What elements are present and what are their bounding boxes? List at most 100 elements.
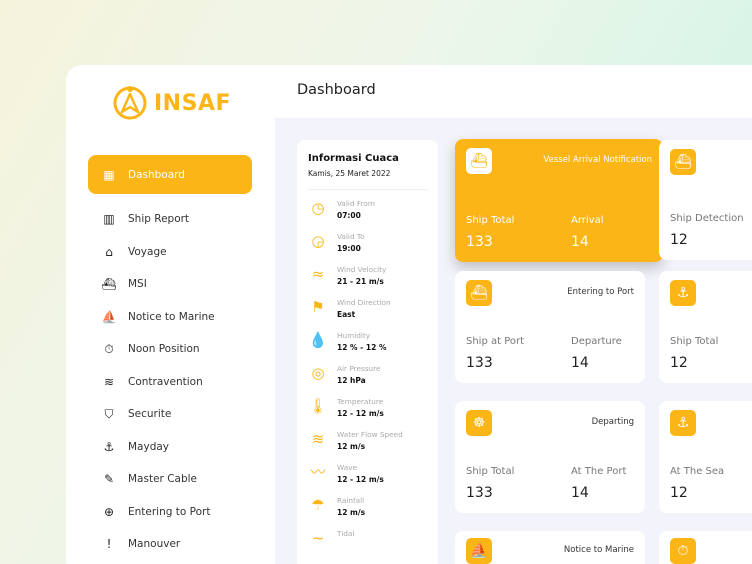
sidebar-item-ship-report[interactable]: ▥ Ship Report	[88, 203, 252, 236]
weather-row: ☂ Rainfall 12 m/s	[308, 492, 427, 525]
lifebuoy-icon: ⊕	[103, 504, 115, 519]
card-stat: Ship Total 12	[670, 336, 752, 371]
sidebar-item-label: Notice to Marine	[128, 310, 215, 323]
stat-value: 133	[466, 355, 493, 371]
weather-label: Wave	[337, 463, 358, 472]
stat-card[interactable]: ⚓ Ship Total 12	[659, 271, 752, 383]
sidebar-item-label: MSI	[128, 278, 147, 291]
weather-row: ≋ Water Flow Speed 12 m/s	[308, 426, 427, 459]
sidebar-item-mayday[interactable]: ⚓ Mayday	[88, 431, 252, 464]
sidebar-nav: ▦ Dashboard ▥ Ship Report ⌂ Voyage ⛴ MSI ⛵ Notice…	[88, 155, 252, 561]
ship-icon: ⛴	[101, 277, 117, 292]
weather-title: Informasi Cuaca	[308, 153, 399, 164]
sidebar-item-master-cable[interactable]: ✎ Master Cable	[88, 463, 252, 496]
stat-value: 133	[466, 485, 493, 501]
weather-row: 〰 Wave 12 - 12 m/s	[308, 459, 427, 492]
sidebar-item-label: Voyage	[128, 245, 167, 258]
sidebar-item-contravention[interactable]: ≋ Contravention	[88, 366, 252, 399]
weather-value: 21 - 21 m/s	[337, 277, 384, 286]
weather-value: East	[337, 310, 356, 319]
weather-value: 12 hPa	[337, 376, 366, 385]
ship-icon: ⛴	[670, 149, 696, 175]
sidebar-item-label: Securite	[128, 408, 172, 421]
shield-icon: ⛉	[104, 406, 114, 421]
stat-label: Ship Total	[466, 466, 515, 477]
chart-icon: ▥	[103, 212, 115, 227]
wave-icon: 〰	[310, 463, 326, 481]
card-title: Entering to Port	[567, 287, 634, 297]
weather-value: 12 - 12 m/s	[337, 475, 384, 484]
grid-icon: ▦	[103, 167, 115, 182]
stat-label: Ship at Port	[466, 336, 525, 347]
windsock-icon: ⚑	[311, 298, 325, 316]
weather-row: 🌡 Temperature 12 - 12 m/s	[308, 393, 427, 426]
ship-icon: ⏱	[670, 538, 696, 564]
sidebar-item-securite[interactable]: ⛉ Securite	[88, 398, 252, 431]
divider	[308, 189, 427, 190]
card-stat: Ship Total 133	[466, 215, 571, 250]
weather-label: Humidity	[337, 331, 371, 340]
sidebar-item-label: Dashboard	[128, 168, 185, 181]
page-title: Dashboard	[297, 82, 376, 98]
alert-icon: !	[106, 537, 112, 552]
stat-label: Ship Total	[466, 215, 515, 226]
sailboat-icon: ⛵	[101, 309, 117, 324]
weather-value: 12 - 12 m/s	[337, 409, 384, 418]
ship-icon: ⛵	[466, 538, 492, 564]
stat-card[interactable]: ⚓ At The Sea 12	[659, 401, 752, 513]
clock-icon: ◷	[311, 199, 325, 217]
sidebar-item-entering-to-port[interactable]: ⊕ Entering to Port	[88, 496, 252, 529]
weather-label: Air Pressure	[337, 364, 381, 373]
weather-value: 07:00	[337, 211, 361, 220]
stat-card[interactable]: ⏱	[659, 531, 752, 564]
weather-value: 12 m/s	[337, 508, 366, 517]
sidebar-item-msi[interactable]: ⛴ MSI	[88, 268, 252, 301]
sidebar-item-label: Ship Report	[128, 213, 190, 226]
card-title: Vessel Arrival Notification	[543, 155, 652, 165]
sidebar-item-dashboard[interactable]: ▦ Dashboard	[88, 155, 252, 194]
weather-label: Valid To	[337, 232, 365, 241]
ship-icon: ⛴	[466, 148, 492, 174]
stat-label: Ship Detection	[670, 213, 744, 224]
ship-icon: ⛴	[466, 280, 492, 306]
ship-icon: ☸	[466, 410, 492, 436]
weather-date: Kamis, 25 Maret 2022	[308, 169, 391, 178]
weather-row: ◎ Air Pressure 12 hPa	[308, 360, 427, 393]
card-stat: Ship at Port 133	[466, 336, 571, 371]
sidebar-item-manouver[interactable]: ! Manouver	[88, 528, 252, 561]
ship-icon: ⚓	[670, 410, 696, 436]
sidebar-item-voyage[interactable]: ⌂ Voyage	[88, 236, 252, 269]
waves-icon: ≋	[311, 430, 325, 448]
stat-value: 12	[670, 232, 688, 248]
rain-icon: ☂	[311, 496, 325, 514]
card-title: Departing	[591, 417, 634, 427]
weather-value: 19:00	[337, 244, 361, 253]
brand-name: INSAF	[154, 90, 231, 116]
gauge-icon: ◎	[311, 364, 325, 382]
stat-value: 12	[670, 485, 688, 501]
stat-card[interactable]: ⛴ Vessel Arrival Notification Ship Total 13…	[455, 139, 663, 262]
card-stat: Ship Total 133	[466, 466, 571, 501]
cable-icon: ✎	[103, 472, 115, 487]
card-stat: At The Sea 12	[670, 466, 752, 501]
weather-row: ◷ Valid From 07:00	[308, 195, 427, 228]
clock-icon: ⏱	[104, 341, 114, 356]
stat-card[interactable]: ⛴ Ship Detection 12	[659, 140, 752, 260]
weather-label: Water Flow Speed	[337, 430, 403, 439]
logo: INSAF	[112, 85, 231, 121]
stat-card[interactable]: ☸ Departing Ship Total 133 At The Port 14	[455, 401, 645, 513]
clock-icon: ◶	[311, 232, 325, 250]
sidebar-item-noon-position[interactable]: ⏱ Noon Position	[88, 333, 252, 366]
main-content: Informasi Cuaca Kamis, 25 Maret 2022 ◷ Va…	[275, 118, 752, 564]
card-stat: Ship Detection 12	[670, 213, 752, 248]
stat-card[interactable]: ⛵ Notice to Marine	[455, 531, 645, 564]
thermometer-icon: 🌡	[308, 397, 328, 415]
sidebar-item-label: Noon Position	[128, 343, 200, 356]
weather-row: 💧 Humidity 12 % - 12 %	[308, 327, 427, 360]
stat-label: At The Sea	[670, 466, 725, 477]
sidebar-item-notice-to-marine[interactable]: ⛵ Notice to Marine	[88, 301, 252, 334]
stat-card[interactable]: ⛴ Entering to Port Ship at Port 133 Departur…	[455, 271, 645, 383]
card-title: Notice to Marine	[563, 545, 634, 555]
app-window: INSAF ▦ Dashboard ▥ Ship Report ⌂ Voyage ⛴ MSI ⛵…	[66, 65, 752, 564]
sidebar-item-label: Entering to Port	[128, 505, 211, 518]
